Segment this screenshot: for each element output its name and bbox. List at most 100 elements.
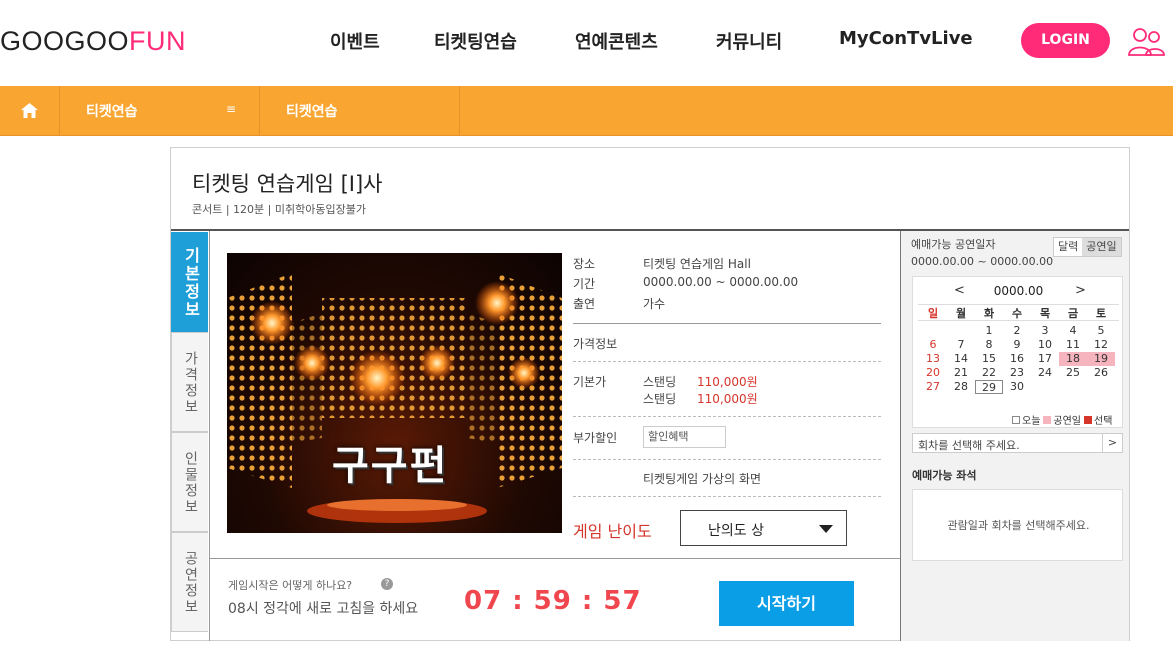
tab-cast-info-label: 인물정보 xyxy=(182,451,199,515)
weekday-mon: 월 xyxy=(955,307,967,320)
legend-today-swatch xyxy=(1012,416,1020,424)
calendar-day[interactable]: 22 xyxy=(975,366,1003,380)
calendar-day[interactable]: 8 xyxy=(975,338,1003,352)
weekday-sat: 토 xyxy=(1095,307,1107,320)
users-icon[interactable] xyxy=(1128,25,1166,57)
legend-selected: 선택 xyxy=(1094,416,1113,427)
calendar-day[interactable]: 5 xyxy=(1087,324,1115,338)
calendar-day[interactable]: 10 xyxy=(1031,338,1059,352)
calendar-day[interactable]: 12 xyxy=(1087,338,1115,352)
discount-box[interactable]: 할인혜택 xyxy=(643,426,726,448)
calendar-day[interactable]: 11 xyxy=(1059,338,1087,352)
tab-cast-info[interactable]: 인물정보 xyxy=(171,432,208,532)
breadcrumb-current[interactable]: 티켓연습 xyxy=(260,86,460,135)
calendar-day[interactable]: 17 xyxy=(1031,352,1059,366)
calendar: 0000.00 < > 일 월 화 수 목 금 토 1 2 3 4 5 6 7 8 9 10 11 1… xyxy=(912,276,1123,428)
calendar-day[interactable]: 7 xyxy=(947,338,975,352)
breadcrumb: 티켓연습 ≡ 티켓연습 xyxy=(0,86,1173,136)
calendar-day[interactable]: 14 xyxy=(947,352,975,366)
calendar-day[interactable]: 21 xyxy=(947,366,975,380)
available-dates-title: 예매가능 공연일자 xyxy=(911,238,996,251)
calendar-day[interactable]: 18 xyxy=(1059,352,1087,366)
calendar-day[interactable]: 30 xyxy=(1003,380,1031,394)
start-button[interactable]: 시작하기 xyxy=(719,581,854,626)
calendar-day[interactable]: 6 xyxy=(919,338,947,352)
calendar-weekdays: 일 월 화 수 목 금 토 xyxy=(918,304,1119,321)
round-select[interactable]: 회차를 선택해 주세요. > xyxy=(912,433,1123,453)
show-poster: 구구펀 xyxy=(227,253,562,533)
calendar-day[interactable]: 16 xyxy=(1003,352,1031,366)
nav-item-mycontvlive[interactable]: MyConTvLive xyxy=(839,28,973,49)
breadcrumb-category-label: 티켓연습 xyxy=(86,104,138,120)
help-question: 게임시작은 어떻게 하나요? xyxy=(228,579,353,592)
site-logo[interactable]: GOOGOOFUN xyxy=(0,26,186,57)
help-icon[interactable]: ? xyxy=(381,578,393,590)
difficulty-select[interactable]: 난의도 상 xyxy=(680,510,847,546)
logo-main: GOOGOO xyxy=(0,26,130,56)
divider xyxy=(573,361,881,362)
seat-price: 110,000원 xyxy=(697,392,758,406)
weekday-sun: 일 xyxy=(927,307,939,320)
divider xyxy=(573,323,881,324)
available-seats-box: 관람일과 회차를 선택해주세요. xyxy=(912,489,1123,561)
seat-type: 스탠딩 xyxy=(643,375,677,389)
basic-info-content: 구구펀 장소 티켓팅 연습게임 Hall 기간 0000.00.00 ~ 000… xyxy=(209,231,901,641)
difficulty-label: 게임 난이도 xyxy=(573,522,652,541)
calendar-day[interactable]: 27 xyxy=(919,380,947,394)
divider xyxy=(573,459,881,460)
seat-type: 스탠딩 xyxy=(643,392,677,406)
venue-value: 티켓팅 연습게임 Hall xyxy=(643,257,751,271)
login-button[interactable]: LOGIN xyxy=(1021,23,1110,58)
calendar-day[interactable]: 9 xyxy=(1003,338,1031,352)
weekday-thu: 목 xyxy=(1039,307,1051,320)
base-price-label: 기본가 xyxy=(573,375,607,389)
calendar-day[interactable]: 25 xyxy=(1059,366,1087,380)
legend-selected-swatch xyxy=(1084,416,1093,424)
toggle-performance-days[interactable]: 공연일 xyxy=(1082,238,1121,256)
breadcrumb-category[interactable]: 티켓연습 ≡ xyxy=(60,86,260,135)
game-start-bar: 게임시작은 어떻게 하나요? ? 08시 정각에 새로 고침을 하세요 07 :… xyxy=(210,558,900,641)
nav-item-ticketing-practice[interactable]: 티켓팅연습 xyxy=(434,28,517,54)
legend-performance-swatch xyxy=(1043,416,1052,424)
nav-item-community[interactable]: 커뮤니티 xyxy=(716,28,782,54)
page-title: 티켓팅 연습게임 [I]사 xyxy=(192,172,383,196)
tab-show-info[interactable]: 공연정보 xyxy=(171,532,208,632)
calendar-day[interactable]: 3 xyxy=(1031,324,1059,338)
calendar-day[interactable]: 29 xyxy=(975,380,1003,394)
calendar-day[interactable]: 20 xyxy=(919,366,947,380)
nav-item-entertainment[interactable]: 연예콘텐츠 xyxy=(575,28,658,54)
prev-month-button[interactable]: < xyxy=(954,283,965,298)
legend-today: 오늘 xyxy=(1022,416,1041,427)
toggle-calendar[interactable]: 달력 xyxy=(1054,238,1083,256)
period-value: 0000.00.00 ~ 0000.00.00 xyxy=(643,275,799,289)
calendar-day[interactable]: 1 xyxy=(975,324,1003,338)
tab-basic-info-label: 기본정보 xyxy=(181,247,201,319)
cast-value: 가수 xyxy=(643,297,666,311)
show-title-area: 티켓팅 연습게임 [I]사 콘서트 | 120분 | 미취학아동입장불가 xyxy=(171,148,1129,231)
cast-label: 출연 xyxy=(573,297,596,311)
calendar-empty-cell xyxy=(1087,380,1115,394)
next-month-button[interactable]: > xyxy=(1075,283,1086,298)
logo-accent: FUN xyxy=(129,26,187,56)
weekday-wed: 수 xyxy=(1011,307,1023,320)
view-toggle: 달력 공연일 xyxy=(1053,237,1122,257)
tab-basic-info[interactable]: 기본정보 xyxy=(171,232,208,332)
calendar-day[interactable]: 26 xyxy=(1087,366,1115,380)
seat-message: 관람일과 회차를 선택해주세요. xyxy=(947,519,1090,532)
calendar-day[interactable]: 13 xyxy=(919,352,947,366)
calendar-day[interactable]: 15 xyxy=(975,352,1003,366)
tab-price-info[interactable]: 가격정보 xyxy=(171,332,208,432)
calendar-day[interactable]: 2 xyxy=(1003,324,1031,338)
calendar-day[interactable]: 4 xyxy=(1059,324,1087,338)
seat-price: 110,000원 xyxy=(697,375,758,389)
price-info-label: 가격정보 xyxy=(573,337,618,351)
calendar-day[interactable]: 23 xyxy=(1003,366,1031,380)
home-button[interactable] xyxy=(0,86,60,135)
chevron-right-icon: > xyxy=(1102,434,1122,452)
nav-item-events[interactable]: 이벤트 xyxy=(330,28,380,54)
calendar-day[interactable]: 24 xyxy=(1031,366,1059,380)
tab-show-info-label: 공연정보 xyxy=(182,551,199,615)
tab-price-info-label: 가격정보 xyxy=(182,351,199,415)
calendar-day[interactable]: 19 xyxy=(1087,352,1115,366)
calendar-day[interactable]: 28 xyxy=(947,380,975,394)
